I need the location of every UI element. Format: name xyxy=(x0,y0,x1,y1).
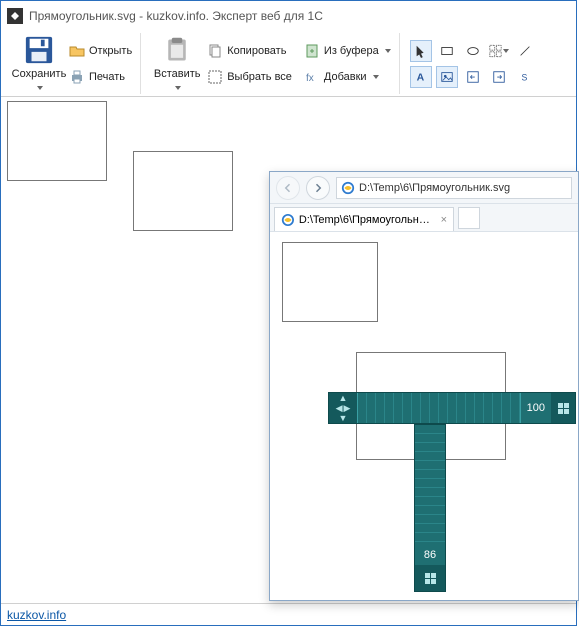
open-button[interactable]: Открыть xyxy=(67,41,134,61)
svg-text:S: S xyxy=(521,72,527,82)
svg-rectangle xyxy=(356,352,506,460)
fx-icon: fx xyxy=(304,69,320,85)
address-text: D:\Temp\6\Прямоугольник.svg xyxy=(359,182,510,194)
save-icon xyxy=(23,34,55,66)
ie-viewport[interactable]: ▲ ◀▶ ▼ 100 86 xyxy=(270,232,578,600)
copy-icon xyxy=(207,43,223,59)
group-clipboard: Вставить Копировать Выбрать все Из буфер… xyxy=(143,33,400,94)
titlebar: Прямоугольник.svg - kuzkov.info. Эксперт… xyxy=(1,1,576,31)
clipboard-icon xyxy=(161,34,193,66)
save-button[interactable]: Сохранить xyxy=(11,33,67,94)
ie-navbar: D:\Temp\6\Прямоугольник.svg xyxy=(270,172,578,204)
fromclipboard-button[interactable]: Из буфера xyxy=(302,41,393,61)
open-label: Открыть xyxy=(89,45,132,57)
print-label: Печать xyxy=(89,71,125,83)
tool-export-left[interactable] xyxy=(462,66,484,88)
app-icon xyxy=(7,8,23,24)
shape-rectangle[interactable] xyxy=(133,151,233,231)
chevron-down-icon xyxy=(175,86,181,90)
clipboard-stack: Копировать Выбрать все xyxy=(205,33,294,94)
tool-export-right[interactable] xyxy=(488,66,510,88)
grid-icon xyxy=(558,403,569,414)
ie-window: D:\Temp\6\Прямоугольник.svg D:\Temp\6\Пр… xyxy=(269,171,579,601)
svg-text:A: A xyxy=(416,71,424,83)
chevron-down-icon xyxy=(385,49,391,53)
paste-button[interactable]: Вставить xyxy=(149,33,205,94)
arrow-down-icon: ▼ xyxy=(339,414,348,423)
group-tools: A S xyxy=(402,33,544,94)
tool-image[interactable] xyxy=(436,66,458,88)
tool-more[interactable]: S xyxy=(514,66,536,88)
clipboard-stack-2: Из буфера fx Добавки xyxy=(302,33,393,94)
ruler-height-readout: 86 xyxy=(415,545,445,565)
new-tab-button[interactable] xyxy=(458,207,480,229)
tool-group[interactable] xyxy=(488,40,510,62)
tool-text[interactable]: A xyxy=(410,66,432,88)
tool-rectangle[interactable] xyxy=(436,40,458,62)
ribbon: Сохранить Открыть Печать Вставить xyxy=(1,31,576,97)
select-all-icon xyxy=(207,69,223,85)
close-icon[interactable]: × xyxy=(441,214,447,226)
ie-tab-label: D:\Temp\6\Прямоугольни... xyxy=(299,214,433,226)
ie-icon xyxy=(341,181,355,195)
chevron-down-icon xyxy=(37,86,43,90)
address-bar[interactable]: D:\Temp\6\Прямоугольник.svg xyxy=(336,177,572,199)
copy-label: Копировать xyxy=(227,45,286,57)
group-file: Сохранить Открыть Печать xyxy=(5,33,141,94)
addons-button[interactable]: fx Добавки xyxy=(302,67,393,87)
ruler-width-readout: 100 xyxy=(521,393,551,423)
svg-text:fx: fx xyxy=(306,73,314,84)
status-link[interactable]: kuzkov.info xyxy=(7,608,66,622)
arrow-right-icon: ▶ xyxy=(344,404,351,413)
arrow-up-icon: ▲ xyxy=(339,394,348,403)
shape-rectangle[interactable] xyxy=(7,101,107,181)
tool-line[interactable] xyxy=(514,40,536,62)
tool-ellipse[interactable] xyxy=(462,40,484,62)
folder-open-icon xyxy=(69,43,85,59)
ruler-grid-handle[interactable] xyxy=(415,565,445,591)
file-stack: Открыть Печать xyxy=(67,33,134,94)
chevron-down-icon xyxy=(503,49,509,53)
tool-pointer[interactable] xyxy=(410,40,432,62)
chevron-down-icon xyxy=(373,75,379,79)
grid-icon xyxy=(425,573,436,584)
save-label: Сохранить xyxy=(12,68,67,80)
selectall-label: Выбрать все xyxy=(227,71,292,83)
nav-forward-button[interactable] xyxy=(306,176,330,200)
ruler-move-handle[interactable]: ▲ ◀▶ ▼ xyxy=(329,393,357,423)
printer-icon xyxy=(69,69,85,85)
addons-label: Добавки xyxy=(324,71,367,83)
ruler-grid-handle[interactable] xyxy=(551,393,575,423)
fromclipboard-label: Из буфера xyxy=(324,45,379,57)
nav-back-button[interactable] xyxy=(276,176,300,200)
selectall-button[interactable]: Выбрать все xyxy=(205,67,294,87)
ie-icon xyxy=(281,213,295,227)
ie-tabstrip: D:\Temp\6\Прямоугольни... × xyxy=(270,204,578,232)
tool-grid: A S xyxy=(408,33,538,94)
print-button[interactable]: Печать xyxy=(67,67,134,87)
statusbar: kuzkov.info xyxy=(1,603,576,625)
copy-button[interactable]: Копировать xyxy=(205,41,294,61)
paste-label: Вставить xyxy=(154,68,201,80)
arrow-left-icon: ◀ xyxy=(336,404,343,413)
clipboard-in-icon xyxy=(304,43,320,59)
svg-rectangle xyxy=(282,242,378,322)
ie-tab[interactable]: D:\Temp\6\Прямоугольни... × xyxy=(274,207,454,231)
window-title: Прямоугольник.svg - kuzkov.info. Эксперт… xyxy=(29,9,323,23)
